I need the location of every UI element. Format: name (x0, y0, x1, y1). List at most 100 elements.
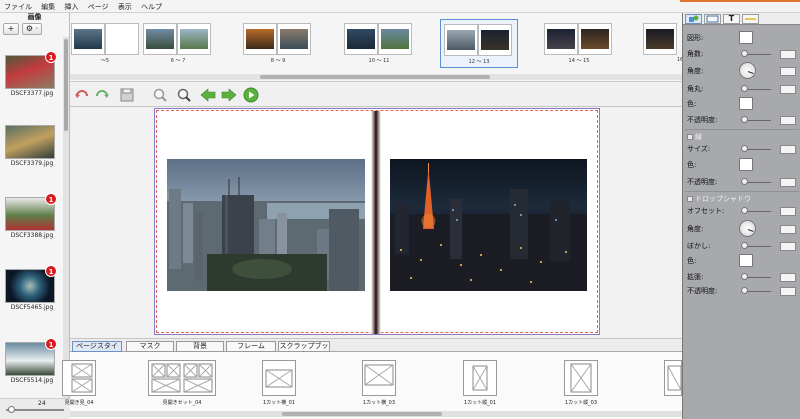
size-value[interactable] (780, 145, 796, 154)
text-icon[interactable]: T (723, 14, 740, 24)
image-list-scrollbar[interactable] (63, 37, 69, 399)
slider-knob[interactable] (741, 85, 748, 92)
image-panel: 画像 + ⚙ · 1 DSCF3377.jpg DSCF3379.jpg 1 D… (0, 13, 70, 419)
shadow-color-swatch[interactable] (739, 254, 753, 267)
frame-glyph (706, 15, 719, 23)
layout-template[interactable]: 1カット横_03 (362, 360, 396, 406)
opacity-value[interactable] (780, 178, 796, 187)
line-icon[interactable] (742, 14, 759, 24)
frame-icon[interactable] (704, 14, 721, 24)
slider-knob[interactable] (8, 406, 15, 413)
spread-thumbnail[interactable]: ～5 (66, 19, 144, 68)
corners-value[interactable] (780, 50, 796, 59)
scrollbar-thumb[interactable] (282, 412, 442, 416)
slider-knob[interactable] (741, 273, 748, 280)
menu-view[interactable]: 表示 (114, 0, 135, 12)
property-tabs: T (683, 13, 800, 25)
menu-help[interactable]: ヘルプ (137, 0, 165, 12)
layout-template[interactable]: 1カット縦_03 (564, 360, 598, 406)
spread-label: 10 ～ 11 (368, 58, 390, 64)
slider-knob[interactable] (741, 50, 748, 57)
layout-preview (262, 360, 296, 396)
image-item[interactable]: 1 DSCF5514.jpg (5, 338, 59, 384)
layout-template[interactable]: 1カット横_01 (262, 360, 296, 406)
layout-template[interactable] (664, 360, 682, 399)
photo-tokyo-bay-day[interactable] (167, 159, 365, 291)
slider-knob[interactable] (741, 116, 748, 123)
tab-background[interactable]: 背景 (176, 341, 224, 352)
shadow-section-header[interactable]: ドロップシャドウ (687, 194, 751, 204)
spread-label: 8 ～ 9 (270, 58, 286, 64)
layout-single-landscape-icon (265, 369, 293, 388)
spread-thumbnail[interactable]: 8 ～ 9 (239, 19, 317, 68)
slider-knob[interactable] (741, 178, 748, 185)
photo-tokyo-tower-night[interactable] (390, 159, 587, 291)
tab-mask[interactable]: マスク (126, 341, 174, 352)
zoom-in-icon[interactable] (176, 87, 192, 103)
image-settings-button[interactable]: ⚙ · (22, 23, 42, 35)
photo (547, 29, 575, 49)
layout-preview (664, 360, 682, 396)
image-item[interactable]: 1 DSCF5465.jpg (5, 265, 59, 311)
border-title: 線 (695, 133, 702, 141)
angle-value[interactable] (780, 225, 796, 234)
opacity-value[interactable] (780, 116, 796, 125)
undo-icon[interactable] (74, 87, 90, 103)
open-spread[interactable] (154, 108, 600, 335)
tab-page-style[interactable]: ページスタイル (72, 341, 122, 359)
layout-template[interactable]: 1カット縦_01 (463, 360, 497, 406)
tab-scrapbook[interactable]: スクラップブック (278, 341, 330, 359)
spread-thumbnail[interactable]: 10 ～ 11 (340, 19, 418, 68)
slider-knob[interactable] (741, 145, 748, 152)
save-icon[interactable] (119, 87, 135, 103)
color-label: 色: (687, 161, 697, 169)
opacity-value[interactable] (780, 287, 796, 296)
redo-icon[interactable] (94, 87, 110, 103)
slider-knob[interactable] (741, 207, 748, 214)
shadow-opacity-row: 不透明度: (687, 285, 799, 297)
color-label: 色: (687, 100, 697, 108)
angle-value[interactable] (780, 67, 796, 76)
border-checkbox[interactable] (687, 134, 693, 140)
menu-edit[interactable]: 編集 (37, 0, 58, 12)
play-icon[interactable] (243, 87, 259, 103)
spread-thumbnail[interactable]: 14 ～ 15 (540, 19, 618, 68)
shape-color-swatch[interactable] (739, 97, 753, 110)
slider-knob[interactable] (741, 242, 748, 249)
zoom-out-icon[interactable] (152, 87, 168, 103)
thumbnail-size-slider[interactable] (6, 406, 64, 413)
border-section-header[interactable]: 線 (687, 132, 702, 142)
spread-value[interactable] (780, 273, 796, 282)
page-left (444, 24, 478, 56)
image-item[interactable]: 1 DSCF3377.jpg (5, 51, 59, 97)
menu-file[interactable]: ファイル (0, 0, 35, 12)
spread-thumbnail-selected[interactable]: 12 ～ 13 (440, 19, 518, 68)
rounding-value[interactable] (780, 85, 796, 94)
border-color-swatch[interactable] (739, 158, 753, 171)
menu-insert[interactable]: 挿入 (60, 0, 81, 12)
spread-strip-scrollbar[interactable] (70, 74, 682, 80)
add-image-button[interactable]: + (3, 23, 19, 35)
angle-label: 角度: (687, 225, 704, 233)
angle-dial[interactable] (739, 62, 756, 79)
shadow-angle-dial[interactable] (739, 220, 756, 237)
layout-template[interactable]: 見開きセット_04 (148, 360, 216, 406)
slider-knob[interactable] (741, 287, 748, 294)
layout-template[interactable]: 見開き見_04 (62, 360, 96, 406)
offset-value[interactable] (780, 207, 796, 216)
layout-strip-scrollbar[interactable] (70, 411, 682, 417)
tab-frame[interactable]: フレーム (226, 341, 276, 352)
menu-page[interactable]: ページ (84, 0, 112, 12)
scrollbar-thumb[interactable] (260, 75, 490, 79)
back-arrow-icon[interactable] (200, 87, 216, 103)
layout-single-portrait-icon (472, 365, 488, 391)
spread-thumbnail[interactable]: 6 ～ 7 (139, 19, 217, 68)
image-item[interactable]: 1 DSCF3388.jpg (5, 193, 59, 239)
shadow-checkbox[interactable] (687, 196, 693, 202)
shapes-icon[interactable] (685, 14, 702, 24)
forward-arrow-icon[interactable] (221, 87, 237, 103)
shape-picker[interactable] (739, 31, 753, 44)
border-opacity-row: 不透明度: (687, 176, 799, 188)
blur-value[interactable] (780, 242, 796, 251)
image-item[interactable]: DSCF3379.jpg (5, 125, 59, 167)
